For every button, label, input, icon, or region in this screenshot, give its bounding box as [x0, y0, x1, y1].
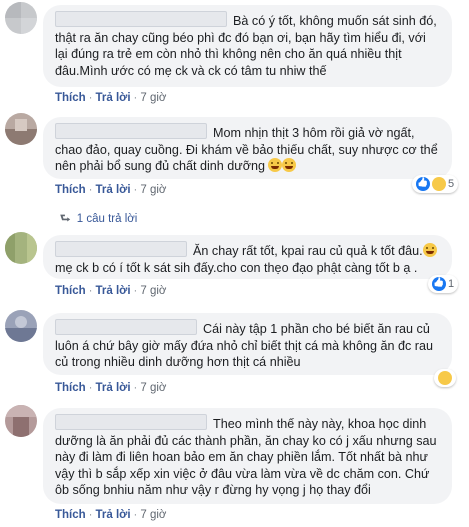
comment-actions: Thích · Trả lời · 7 giờ: [55, 509, 167, 521]
comment-actions: Thích · Trả lời · 7 giờ: [55, 382, 167, 394]
avatar[interactable]: [5, 113, 37, 145]
reply-button[interactable]: Trả lời: [96, 382, 131, 394]
reaction-summary[interactable]: 1: [428, 275, 459, 293]
timestamp[interactable]: 7 giờ: [140, 285, 166, 297]
reaction-summary[interactable]: [434, 369, 456, 387]
avatar[interactable]: [5, 405, 37, 437]
laughing-emoji-icon: [268, 158, 283, 172]
comment-actions: Thích · Trả lời · 7 giờ: [55, 184, 167, 196]
like-button[interactable]: Thích: [55, 92, 86, 104]
like-reaction-icon: [416, 177, 430, 191]
timestamp[interactable]: 7 giờ: [140, 382, 166, 394]
laughing-emoji-icon: [282, 158, 297, 172]
view-replies-link[interactable]: ⮑ 1 câu trả lời: [60, 211, 137, 230]
reply-button[interactable]: Trả lời: [96, 509, 131, 521]
reply-arrow-icon: ⮑: [60, 213, 71, 225]
like-button[interactable]: Thích: [55, 285, 86, 297]
timestamp[interactable]: 7 giờ: [140, 509, 166, 521]
comment-text: Ăn chay rất tốt, kpai rau củ quả k tốt đ…: [193, 244, 423, 258]
author-name[interactable]: [55, 319, 197, 335]
comment-bubble: Mom nhịn thịt 3 hôm rồi giả vờ ngất, cha…: [43, 117, 452, 179]
avatar[interactable]: [5, 310, 37, 342]
timestamp[interactable]: 7 giờ: [140, 184, 166, 196]
reply-button[interactable]: Trả lời: [96, 285, 131, 297]
haha-reaction-icon: [438, 371, 452, 385]
reply-button[interactable]: Trả lời: [96, 92, 131, 104]
smiling-emoji-icon: [422, 243, 437, 257]
author-name[interactable]: [55, 241, 187, 257]
like-button[interactable]: Thích: [55, 382, 86, 394]
comment-bubble: Theo mình thế này này, khoa học dinh dưỡ…: [43, 408, 452, 504]
reaction-summary[interactable]: 5: [412, 175, 459, 193]
comment-text-continued: mẹ ck b có í tốt k sát sih đấy.cho con t…: [55, 260, 418, 275]
comment-bubble: Bà có ý tốt, không muốn sát sinh đó, thậ…: [43, 5, 452, 87]
avatar[interactable]: [5, 2, 37, 34]
author-name[interactable]: [55, 11, 227, 27]
comment-bubble: Cái này tập 1 phần cho bé biết ăn rau củ…: [43, 313, 452, 375]
comment-actions: Thích · Trả lời · 7 giờ: [55, 285, 167, 297]
avatar[interactable]: [5, 232, 37, 264]
author-name[interactable]: [55, 414, 207, 430]
comment-actions: Thích · Trả lời · 7 giờ: [55, 92, 167, 104]
view-replies-label: 1 câu trả lời: [76, 213, 138, 225]
author-name[interactable]: [55, 123, 207, 139]
comment-bubble: Ăn chay rất tốt, kpai rau củ quả k tốt đ…: [43, 235, 452, 279]
reaction-count: 5: [448, 178, 455, 190]
haha-reaction-icon: [432, 177, 446, 191]
like-button[interactable]: Thích: [55, 509, 86, 521]
reaction-count: 1: [448, 278, 455, 290]
reply-button[interactable]: Trả lời: [96, 184, 131, 196]
timestamp[interactable]: 7 giờ: [140, 92, 166, 104]
like-button[interactable]: Thích: [55, 184, 86, 196]
like-reaction-icon: [432, 277, 446, 291]
